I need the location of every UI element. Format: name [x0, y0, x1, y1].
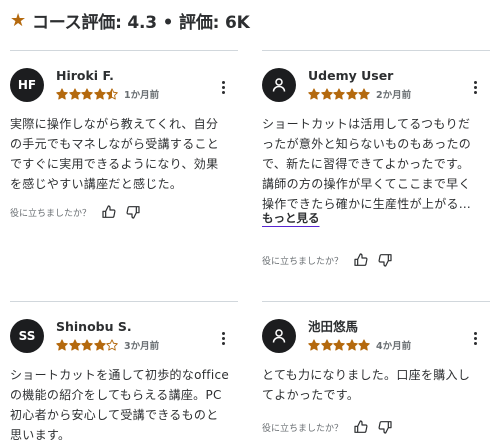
review-date: 1か月前 — [124, 90, 160, 101]
star-icon — [81, 88, 93, 100]
helpful-row: 役に立ちましたか？ — [262, 252, 393, 268]
star-rating — [308, 339, 370, 351]
star-icon — [93, 339, 106, 351]
thumbs-down-icon[interactable] — [377, 419, 393, 435]
star-icon — [345, 339, 358, 351]
star-icon — [68, 339, 81, 351]
helpful-label: 役に立ちましたか？ — [262, 423, 344, 434]
star-icon — [358, 339, 370, 351]
divider — [262, 50, 490, 51]
more-options-icon[interactable] — [216, 80, 230, 94]
review-text: ショートカットは活用してるつもりだ ったが意外と知らないものもあったの で、新た… — [262, 117, 472, 211]
star-rating — [308, 88, 370, 100]
helpful-row: 役に立ちましたか？ — [10, 204, 141, 220]
review-date: 3か月前 — [124, 341, 160, 352]
helpful-label: 役に立ちましたか？ — [262, 256, 344, 267]
star-icon — [81, 339, 93, 351]
star-icon — [106, 88, 118, 100]
star-icon — [320, 88, 333, 100]
review-text: 実際に操作しながら教えてくれ、自分 の手元でもマネしながら受講すること ですぐに… — [10, 117, 220, 191]
course-rating-header: ★ コース評価: 4.3 • 評価: 6K — [10, 8, 250, 33]
thumbs-down-icon[interactable] — [377, 252, 393, 268]
reviewer-name: Hiroki F. — [56, 68, 114, 83]
thumbs-up-icon[interactable] — [353, 419, 369, 435]
review-card: HF Hiroki F. 1か月前 実際に操作しながら教えてくれ、自分 の手元で… — [10, 50, 238, 240]
thumbs-down-icon[interactable] — [125, 204, 141, 220]
reviewer-name: 池田悠馬 — [308, 319, 359, 334]
star-icon — [345, 88, 358, 100]
avatar: SS — [10, 319, 44, 353]
star-icon — [333, 88, 345, 100]
star-icon — [93, 88, 106, 100]
more-options-icon[interactable] — [468, 80, 482, 94]
star-icon — [308, 339, 320, 351]
helpful-label: 役に立ちましたか？ — [10, 208, 92, 219]
star-rating — [56, 88, 118, 100]
more-options-icon[interactable] — [468, 331, 482, 345]
review-card: 池田悠馬 4か月前 とても力になりました。口座を購入し てよかったです。 役に立… — [262, 301, 490, 447]
review-date: 2か月前 — [376, 90, 412, 101]
divider — [10, 50, 238, 51]
star-icon — [68, 88, 81, 100]
star-icon — [308, 88, 320, 100]
review-card: Udemy User 2か月前 ショートカットは活用してるつもりだ ったが意外と… — [262, 50, 490, 290]
star-icon — [106, 339, 118, 351]
star-rating — [56, 339, 118, 351]
star-icon — [320, 339, 333, 351]
thumbs-up-icon[interactable] — [101, 204, 117, 220]
course-rating-title: コース評価: 4.3 • 評価: 6K — [31, 13, 250, 33]
review-card: SS Shinobu S. 3か月前 ショートカットを通して初歩的なoffice… — [10, 301, 238, 447]
reviewer-name: Shinobu S. — [56, 319, 132, 334]
user-silhouette-icon — [262, 319, 296, 353]
review-text: ショートカットを通して初歩的なoffice の機能の紹介をしてもらえる講座。PC… — [10, 368, 230, 442]
user-silhouette-icon — [262, 68, 296, 102]
review-text: とても力になりました。口座を購入し てよかったです。 — [262, 368, 471, 402]
reviewer-name: Udemy User — [308, 68, 394, 83]
star-icon — [333, 339, 345, 351]
thumbs-up-icon[interactable] — [353, 252, 369, 268]
avatar: HF — [10, 68, 44, 102]
star-icon — [56, 339, 68, 351]
divider — [10, 301, 238, 302]
star-icon — [56, 88, 68, 100]
star-icon — [358, 88, 370, 100]
more-options-icon[interactable] — [216, 331, 230, 345]
review-date: 4か月前 — [376, 341, 412, 352]
star-icon: ★ — [10, 9, 26, 31]
helpful-row: 役に立ちましたか？ — [262, 419, 393, 435]
divider — [262, 301, 490, 302]
show-more-link[interactable]: もっと見る — [262, 210, 320, 226]
